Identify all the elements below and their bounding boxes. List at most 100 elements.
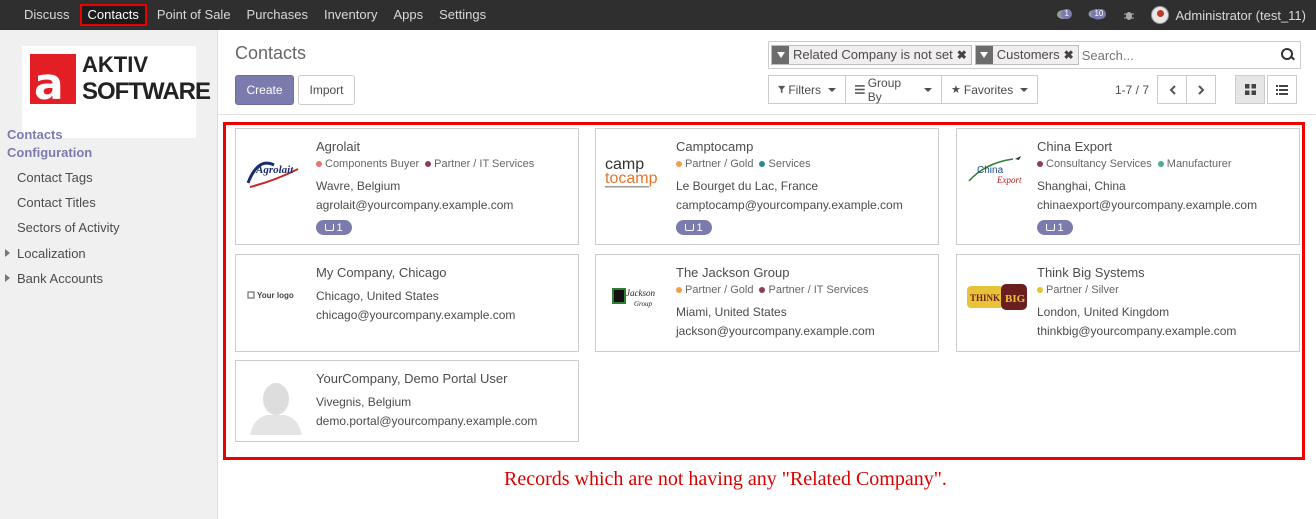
contact-email: chinaexport@yourcompany.example.com [1037, 198, 1258, 212]
contact-email: demo.portal@yourcompany.example.com [316, 414, 538, 428]
menu-discuss[interactable]: Discuss [16, 0, 78, 30]
pager-value[interactable]: 1-7 / 7 [1115, 83, 1149, 97]
tag: Consultancy Services [1037, 158, 1152, 170]
menu-point-of-sale[interactable]: Point of Sale [149, 0, 239, 30]
search-bar[interactable]: Related Company is not set ✖ Customers ✖ [768, 41, 1301, 69]
tag-label: Components Buyer [325, 158, 420, 170]
search-input[interactable] [1081, 45, 1232, 65]
contact-name[interactable]: Agrolait [316, 139, 360, 154]
tag-label: Services [768, 158, 811, 170]
sidebar-item-contact-titles[interactable]: Contact Titles [17, 195, 96, 210]
order-count: 1 [696, 221, 703, 234]
kanban-view-button[interactable] [1235, 75, 1265, 104]
company-logo[interactable]: a AKTIV SOFTWARE [22, 46, 211, 138]
facet-label: Customers [996, 47, 1060, 62]
bars-icon [855, 85, 865, 94]
contact-address: London, United Kingdom [1037, 305, 1170, 319]
filter-icon [772, 46, 789, 64]
order-count: 1 [1057, 221, 1064, 234]
filters-button[interactable]: Filters [768, 75, 846, 104]
pager-next-button[interactable] [1186, 75, 1216, 104]
remove-facet-icon[interactable]: ✖ [957, 46, 971, 64]
create-button[interactable]: Create [235, 75, 294, 105]
contact-card[interactable]: Jackson Group The Jackson Group Partner /… [595, 254, 939, 352]
menu-contacts[interactable]: Contacts [79, 4, 147, 26]
tag-label: Partner / Gold [685, 158, 754, 170]
sidebar-item-localization[interactable]: Localization [17, 246, 86, 261]
tag-list: Partner / Silver [1037, 284, 1119, 296]
tag-dot [425, 161, 432, 167]
tag-dot [1157, 161, 1164, 167]
contact-name[interactable]: Think Big Systems [1037, 265, 1145, 280]
tag-list: Partner / Gold Services [676, 158, 811, 170]
contact-name[interactable]: China Export [1037, 139, 1112, 154]
contact-name[interactable]: YourCompany, Demo Portal User [316, 371, 507, 386]
menu-inventory[interactable]: Inventory [316, 0, 385, 30]
remove-facet-icon[interactable]: ✖ [1064, 46, 1078, 64]
menu-apps[interactable]: Apps [385, 0, 431, 30]
import-button[interactable]: Import [298, 75, 355, 105]
search-facet[interactable]: Related Company is not set ✖ [771, 45, 972, 65]
expand-caret-icon[interactable] [5, 249, 10, 257]
menu-settings[interactable]: Settings [431, 0, 494, 30]
cart-icon [685, 224, 695, 231]
filters-label: Filters [788, 82, 821, 97]
contact-name[interactable]: My Company, Chicago [316, 265, 447, 280]
tag: Partner / Gold [676, 158, 753, 170]
logo-text-aktiv: AKTIV [82, 52, 148, 77]
tag-list: Partner / Gold Partner / IT Services [676, 284, 869, 296]
user-name: Administrator (test_11) [1175, 7, 1306, 23]
annotation-text: Records which are not having any "Relate… [504, 468, 947, 490]
list-icon [1276, 84, 1288, 95]
favorites-button[interactable]: ★ Favorites [941, 75, 1038, 104]
svg-text:Your logo: Your logo [257, 291, 294, 300]
search-facet[interactable]: Customers ✖ [974, 45, 1079, 65]
pager-previous-button[interactable] [1157, 75, 1187, 104]
contact-card[interactable]: YourCompany, Demo Portal User Vivegnis, … [235, 360, 579, 442]
tag-dot [759, 287, 766, 293]
menu-purchases[interactable]: Purchases [239, 0, 316, 30]
user-menu[interactable]: Administrator (test_11) [1151, 6, 1306, 24]
search-icon[interactable] [1281, 48, 1294, 61]
contact-card[interactable]: China Export China Export Consultancy Ser… [956, 128, 1300, 245]
sidebar-item-contact-tags[interactable]: Contact Tags [17, 170, 93, 185]
activity-icon[interactable]: 10 [1085, 7, 1107, 23]
chat-icon[interactable]: 1 [1055, 7, 1072, 23]
sidebar: a AKTIV SOFTWARE Contacts Configuration … [0, 30, 218, 519]
expand-caret-icon[interactable] [5, 274, 10, 282]
sales-orders-badge[interactable]: 1 [316, 220, 352, 235]
contact-card[interactable]: Agrolait Agrolait Components Buyer Partn… [235, 128, 579, 245]
sidebar-section-contacts[interactable]: Contacts [7, 127, 63, 142]
sales-orders-badge[interactable]: 1 [1037, 220, 1073, 235]
tag-list: Components Buyer Partner / IT Services [316, 158, 534, 170]
sidebar-item-sectors-of-activity[interactable]: Sectors of Activity [17, 220, 120, 235]
sidebar-item-bank-accounts[interactable]: Bank Accounts [17, 271, 103, 286]
chevron-left-icon [1169, 84, 1176, 95]
tag: Components Buyer [316, 158, 419, 170]
avatar [1151, 6, 1170, 24]
order-count: 1 [336, 221, 343, 234]
contact-card[interactable]: camp tocamp Camptocamp Partner / Gold Ser… [595, 128, 939, 245]
tag-dot [1037, 161, 1043, 167]
chat-count-badge: 1 [1061, 9, 1072, 19]
list-view-button[interactable] [1267, 75, 1297, 104]
group-by-button[interactable]: Group By [845, 75, 942, 104]
svg-text:Group: Group [634, 300, 653, 308]
contact-name[interactable]: The Jackson Group [676, 265, 789, 280]
bug-icon[interactable] [1121, 7, 1137, 23]
tag: Partner / Silver [1037, 284, 1119, 296]
svg-text:BIG: BIG [1005, 293, 1026, 305]
jackson-group-logo: Jackson Group [604, 269, 668, 325]
page-title: Contacts [235, 43, 307, 63]
sidebar-section-configuration[interactable]: Configuration [7, 145, 92, 160]
sales-orders-badge[interactable]: 1 [676, 220, 712, 235]
tag-dot [676, 287, 682, 293]
grid-icon [1244, 84, 1256, 95]
filter-icon [975, 46, 993, 64]
contact-card[interactable]: Your logo My Company, Chicago Chicago, U… [235, 254, 579, 352]
contact-name[interactable]: Camptocamp [676, 139, 753, 154]
tag-dot [759, 161, 766, 167]
contact-card[interactable]: THINK BIG Think Big Systems Partner / Sil… [956, 254, 1300, 352]
contact-address: Vivegnis, Belgium [316, 395, 412, 409]
tag-label: Consultancy Services [1046, 158, 1152, 170]
